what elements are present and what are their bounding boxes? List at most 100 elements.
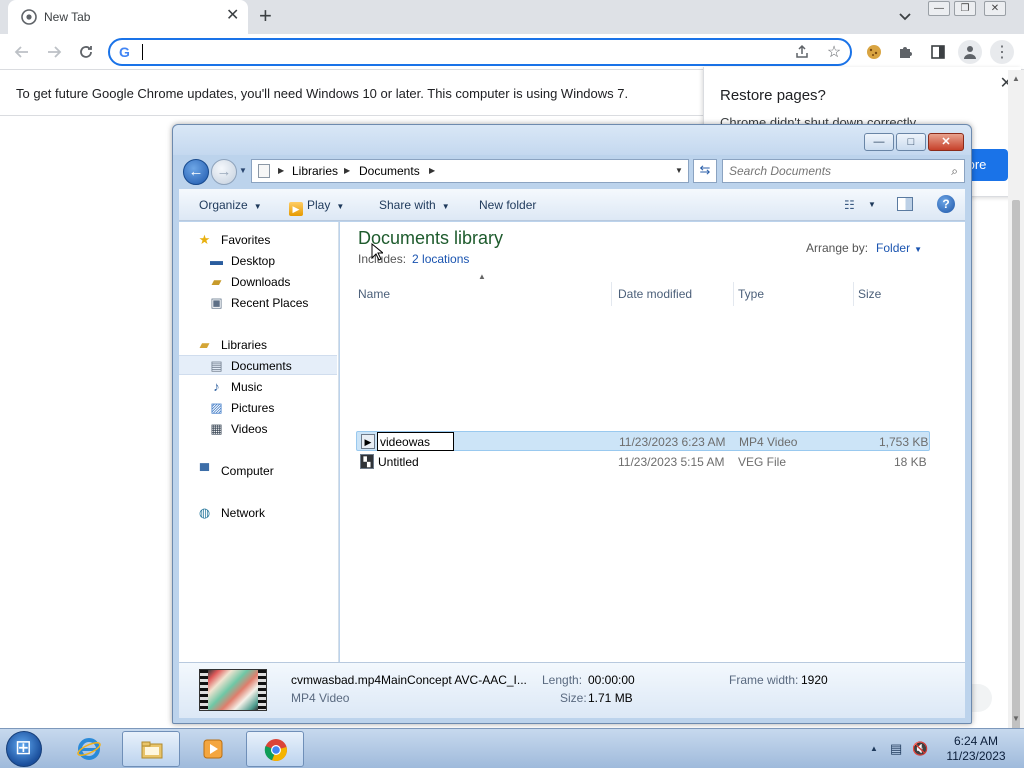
network-globe-icon: ◍	[198, 505, 211, 520]
window-minimize-button[interactable]: —	[928, 1, 950, 16]
explorer-close-button[interactable]: ✕	[928, 133, 964, 151]
address-bar[interactable]: ▶ Libraries ▶ Documents ▶ ▼	[251, 159, 689, 183]
column-header-size[interactable]: Size	[856, 282, 930, 306]
forward-arrow-icon[interactable]	[44, 42, 64, 62]
arrange-by-dropdown[interactable]: Folder	[876, 241, 910, 255]
tab-search-chevron-icon[interactable]	[896, 7, 914, 25]
rename-field[interactable]	[377, 432, 454, 451]
preview-pane-icon[interactable]	[897, 197, 913, 211]
tab-new-tab[interactable]: New Tab ✕	[8, 0, 248, 34]
music-note-icon: ♪	[213, 379, 220, 394]
page-scrollbar[interactable]: ▲ ▼	[1008, 70, 1024, 768]
scroll-up-icon[interactable]: ▲	[1012, 74, 1020, 83]
chevron-down-icon: ▼	[441, 202, 450, 211]
breadcrumb-separator-icon[interactable]: ▶	[278, 166, 284, 175]
restore-title: Restore pages?	[720, 87, 826, 104]
chrome-menu-kebab-icon[interactable]: ⋮	[990, 40, 1014, 64]
explorer-maximize-button[interactable]: □	[896, 133, 926, 151]
breadcrumb-libraries[interactable]: Libraries	[292, 164, 338, 178]
taskbar-file-explorer[interactable]	[122, 731, 180, 767]
show-hidden-icons-icon[interactable]: ▲	[870, 744, 878, 753]
breadcrumb-separator-icon[interactable]: ▶	[344, 166, 350, 175]
share-icon[interactable]	[792, 42, 812, 62]
infobar-message: To get future Google Chrome updates, you…	[16, 86, 629, 101]
column-header-type[interactable]: Type	[736, 282, 854, 306]
folder-icon	[141, 741, 163, 759]
new-folder-button[interactable]: New folder	[479, 198, 536, 212]
mouse-pointer-icon	[371, 243, 383, 261]
organize-menu[interactable]: Organize ▼	[199, 198, 262, 212]
new-tab-button[interactable]: +	[259, 5, 272, 27]
system-clock[interactable]: 6:24 AM 11/23/2023	[936, 734, 1016, 764]
length-label: Length:	[542, 673, 583, 687]
chevron-down-icon[interactable]: ▼	[914, 245, 922, 254]
explorer-titlebar[interactable]: — □ ✕	[173, 125, 971, 155]
scrollbar-thumb[interactable]	[1012, 200, 1020, 768]
details-pane: cvmwasbad.mp4MainConcept AVC-AAC_I... MP…	[179, 662, 965, 718]
nav-videos[interactable]: ▦ Videos	[179, 419, 337, 439]
network-tray-icon[interactable]: ▤	[890, 741, 902, 757]
taskbar-media-app[interactable]	[184, 731, 242, 767]
column-header-date-modified[interactable]: Date modified	[616, 282, 734, 306]
search-icon[interactable]: ⌕	[951, 164, 958, 179]
desktop-icon: ▬	[210, 253, 223, 268]
explorer-forward-button[interactable]: →	[211, 159, 237, 185]
bookmark-star-icon[interactable]: ☆	[824, 42, 844, 62]
explorer-navbar: ← → ▼ ▶ Libraries ▶ Documents ▶ ▼ ⇆ ⌕	[181, 155, 965, 187]
locations-link[interactable]: 2 locations	[412, 252, 469, 266]
length-value: 00:00:00	[588, 673, 635, 687]
share-with-menu[interactable]: Share with ▼	[379, 198, 450, 212]
explorer-back-button[interactable]: ←	[183, 159, 209, 185]
nav-pictures[interactable]: ▨ Pictures	[179, 398, 337, 418]
extensions-puzzle-icon[interactable]	[896, 42, 916, 62]
table-row[interactable]: ▶ 11/23/2023 6:23 AM MP4 Video 1,753 KB	[356, 431, 930, 451]
nav-libraries[interactable]: ▰ Libraries	[179, 335, 337, 355]
search-documents-input[interactable]	[729, 163, 929, 179]
breadcrumb-documents[interactable]: Documents	[359, 164, 420, 178]
omnibox[interactable]: G ☆	[108, 38, 852, 66]
back-arrow-icon[interactable]	[12, 42, 32, 62]
window-restore-button[interactable]: ❐	[954, 1, 976, 16]
nav-downloads[interactable]: ▰ Downloads	[179, 272, 337, 292]
omnibox-input[interactable]	[146, 42, 746, 62]
nav-label: Pictures	[231, 401, 275, 415]
help-icon[interactable]: ?	[937, 195, 955, 213]
recent-pages-dropdown-icon[interactable]: ▼	[239, 166, 247, 175]
column-header-name[interactable]: Name	[356, 282, 612, 306]
breadcrumb-separator-icon[interactable]: ▶	[429, 166, 435, 175]
window-close-button[interactable]: ✕	[984, 1, 1006, 16]
nav-label: Downloads	[231, 275, 291, 289]
table-row[interactable]: ▚ Untitled 11/23/2023 5:15 AM VEG File 1…	[356, 452, 930, 472]
nav-recent-places[interactable]: ▣ Recent Places	[179, 293, 337, 313]
nav-label: Libraries	[221, 338, 268, 352]
start-button[interactable]	[6, 731, 42, 767]
nav-network[interactable]: ◍ Network	[179, 503, 337, 523]
scroll-down-icon[interactable]: ▼	[1012, 714, 1020, 723]
nav-documents[interactable]: ▤ Documents	[179, 355, 337, 375]
tab-close-icon[interactable]: ✕	[226, 8, 239, 24]
volume-muted-icon[interactable]: 🔇	[912, 741, 928, 757]
nav-desktop[interactable]: ▬ Desktop	[179, 251, 337, 271]
cookie-extension-icon[interactable]	[864, 42, 884, 62]
reload-icon[interactable]	[76, 42, 96, 62]
mp4-file-icon: ▶	[361, 434, 375, 449]
taskbar-internet-explorer[interactable]	[60, 731, 118, 767]
change-view-icon[interactable]: ☷	[844, 198, 855, 212]
sort-ascending-icon: ▲	[478, 272, 486, 281]
file-type: VEG File	[738, 455, 787, 469]
nav-favorites[interactable]: ★ Favorites	[179, 230, 337, 250]
search-documents-box[interactable]: ⌕	[722, 159, 965, 183]
side-panel-icon[interactable]	[928, 42, 948, 62]
nav-music[interactable]: ♪ Music	[179, 377, 337, 397]
view-options-chevron-icon[interactable]: ▼	[868, 200, 876, 209]
explorer-minimize-button[interactable]: —	[864, 133, 894, 151]
play-menu[interactable]: ▶ Play ▼	[289, 198, 344, 216]
address-dropdown-icon[interactable]: ▼	[675, 166, 683, 175]
arrange-by: Arrange by: Folder ▼	[806, 241, 922, 255]
nav-computer[interactable]: ▀ Computer	[179, 461, 337, 481]
profile-avatar-icon[interactable]	[958, 40, 982, 64]
chrome-icon	[264, 739, 287, 762]
refresh-icon[interactable]: ⇆	[693, 159, 717, 183]
size-label: Size:	[560, 691, 587, 705]
taskbar-chrome[interactable]	[246, 731, 304, 767]
